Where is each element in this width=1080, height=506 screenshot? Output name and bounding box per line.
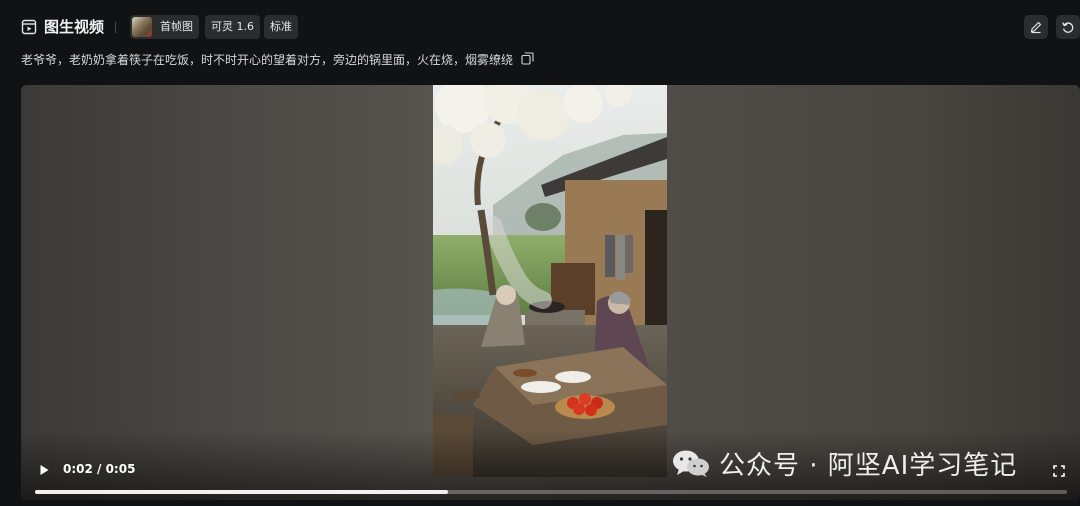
play-icon[interactable] bbox=[37, 462, 51, 476]
first-frame-thumbnail bbox=[132, 17, 152, 37]
header-divider bbox=[115, 22, 116, 33]
player-controls: 0:02 / 0:05 bbox=[21, 448, 1080, 500]
page-title: 图生视频 bbox=[44, 18, 105, 36]
undo-button[interactable] bbox=[1056, 15, 1080, 39]
pencil-icon bbox=[1030, 21, 1042, 34]
video-frame bbox=[433, 85, 667, 477]
header: 图生视频 首帧图 可灵 1.6 标准 bbox=[0, 14, 1080, 40]
video-player[interactable]: 公众号 · 阿坚AI学习笔记 0:02 / 0:05 bbox=[21, 85, 1080, 500]
progress-bar[interactable] bbox=[35, 490, 1067, 494]
progress-fill bbox=[35, 490, 448, 494]
prompt-text: 老爷爷，老奶奶拿着筷子在吃饭，时不时开心的望着对方，旁边的锅里面，火在烧，烟雾缭… bbox=[21, 53, 514, 67]
prompt-line: 老爷爷，老奶奶拿着筷子在吃饭，时不时开心的望着对方，旁边的锅里面，火在烧，烟雾缭… bbox=[21, 51, 534, 70]
quality-tag[interactable]: 标准 bbox=[264, 15, 298, 39]
first-frame-tag[interactable]: 首帧图 bbox=[130, 15, 199, 39]
fullscreen-icon[interactable] bbox=[1053, 462, 1065, 477]
undo-icon bbox=[1062, 22, 1074, 33]
video-frame-icon bbox=[21, 19, 37, 35]
copy-icon[interactable] bbox=[521, 51, 534, 70]
playback-time: 0:02 / 0:05 bbox=[63, 462, 136, 476]
edit-button[interactable] bbox=[1024, 15, 1048, 39]
first-frame-tag-label: 首帧图 bbox=[160, 20, 193, 33]
model-tag[interactable]: 可灵 1.6 bbox=[205, 15, 260, 39]
